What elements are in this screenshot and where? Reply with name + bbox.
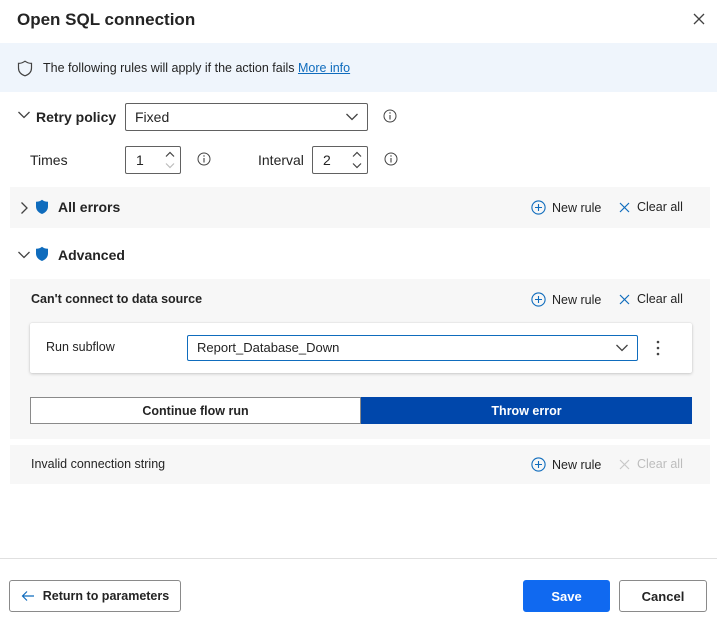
retry-policy-dropdown[interactable]: Fixed [125, 103, 368, 131]
dismiss-icon [619, 202, 630, 212]
rule-cant-connect: Can't connect to data source New rule Cl… [10, 279, 710, 439]
advanced-label: Advanced [58, 247, 125, 263]
chevron-down-icon [345, 112, 359, 122]
run-subflow-label: Run subflow [46, 340, 115, 354]
shield-icon [35, 199, 49, 215]
on-error-mode-toggle: Continue flow run Throw error [30, 397, 692, 424]
shield-outline-icon [17, 60, 33, 77]
close-icon[interactable] [691, 11, 707, 27]
interval-label: Interval [258, 152, 304, 168]
increment-chevron-up-icon[interactable] [351, 150, 363, 159]
increment-chevron-up-icon[interactable] [164, 150, 176, 159]
rule-clear-all-button[interactable]: Clear all [618, 457, 683, 471]
decrement-chevron-down-icon[interactable] [351, 161, 363, 170]
times-stepper[interactable]: 1 [125, 146, 181, 174]
run-subflow-card: Run subflow Report_Database_Down [30, 323, 692, 373]
shield-icon [35, 246, 49, 262]
all-errors-label: All errors [58, 199, 121, 215]
rule-invalid-connection-string: Invalid connection string New rule Clear… [10, 445, 710, 484]
banner-text: The following rules will apply if the ac… [43, 61, 351, 75]
retry-policy-info-icon[interactable] [383, 109, 397, 123]
retry-policy-value: Fixed [135, 109, 170, 125]
add-circle-icon [531, 292, 546, 307]
all-errors-section[interactable]: All errors New rule Clear all [10, 187, 710, 228]
save-button[interactable]: Save [523, 580, 610, 612]
times-info-icon[interactable] [197, 152, 211, 166]
footer-divider [0, 558, 717, 559]
cancel-button[interactable]: Cancel [619, 580, 707, 612]
all-errors-clear-all-button[interactable]: Clear all [618, 200, 683, 214]
subflow-value: Report_Database_Down [197, 340, 340, 355]
rule-new-rule-button[interactable]: New rule [531, 457, 601, 472]
dialog-title: Open SQL connection [17, 10, 196, 29]
rule-new-rule-button[interactable]: New rule [531, 292, 601, 307]
subflow-dropdown[interactable]: Report_Database_Down [187, 335, 638, 361]
times-label: Times [30, 152, 68, 168]
more-info-link[interactable]: More info [298, 61, 350, 75]
interval-stepper[interactable]: 2 [312, 146, 368, 174]
retry-policy-label: Retry policy [36, 109, 117, 125]
times-value: 1 [136, 152, 144, 168]
rule-clear-all-button[interactable]: Clear all [618, 292, 683, 306]
interval-info-icon[interactable] [384, 152, 398, 166]
rule-title: Invalid connection string [31, 457, 166, 471]
more-options-icon[interactable] [655, 340, 661, 356]
throw-error-option[interactable]: Throw error [361, 397, 692, 424]
chevron-right-icon[interactable] [19, 201, 29, 215]
arrow-left-icon [21, 591, 34, 601]
decrement-chevron-down-icon[interactable] [164, 161, 176, 170]
interval-value: 2 [323, 152, 331, 168]
advanced-chevron-down-icon[interactable] [17, 250, 31, 260]
retry-policy-chevron-down-icon[interactable] [17, 110, 31, 120]
rule-title: Can't connect to data source [31, 292, 203, 306]
chevron-down-icon [615, 343, 629, 353]
add-circle-icon [531, 200, 546, 215]
dismiss-icon [619, 294, 630, 304]
info-banner: The following rules will apply if the ac… [0, 43, 717, 92]
return-to-parameters-button[interactable]: Return to parameters [9, 580, 181, 612]
continue-flow-run-option[interactable]: Continue flow run [30, 397, 361, 424]
dismiss-icon [619, 459, 630, 469]
add-circle-icon [531, 457, 546, 472]
all-errors-new-rule-button[interactable]: New rule [531, 200, 601, 215]
